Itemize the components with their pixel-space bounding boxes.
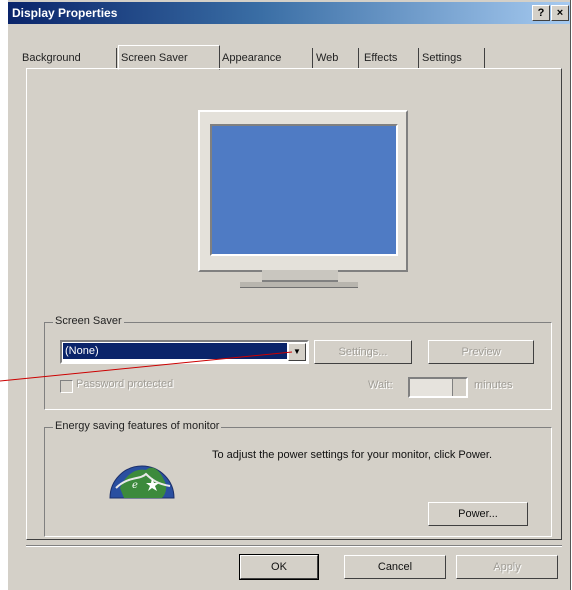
annotation-pointer-line [0,351,293,382]
